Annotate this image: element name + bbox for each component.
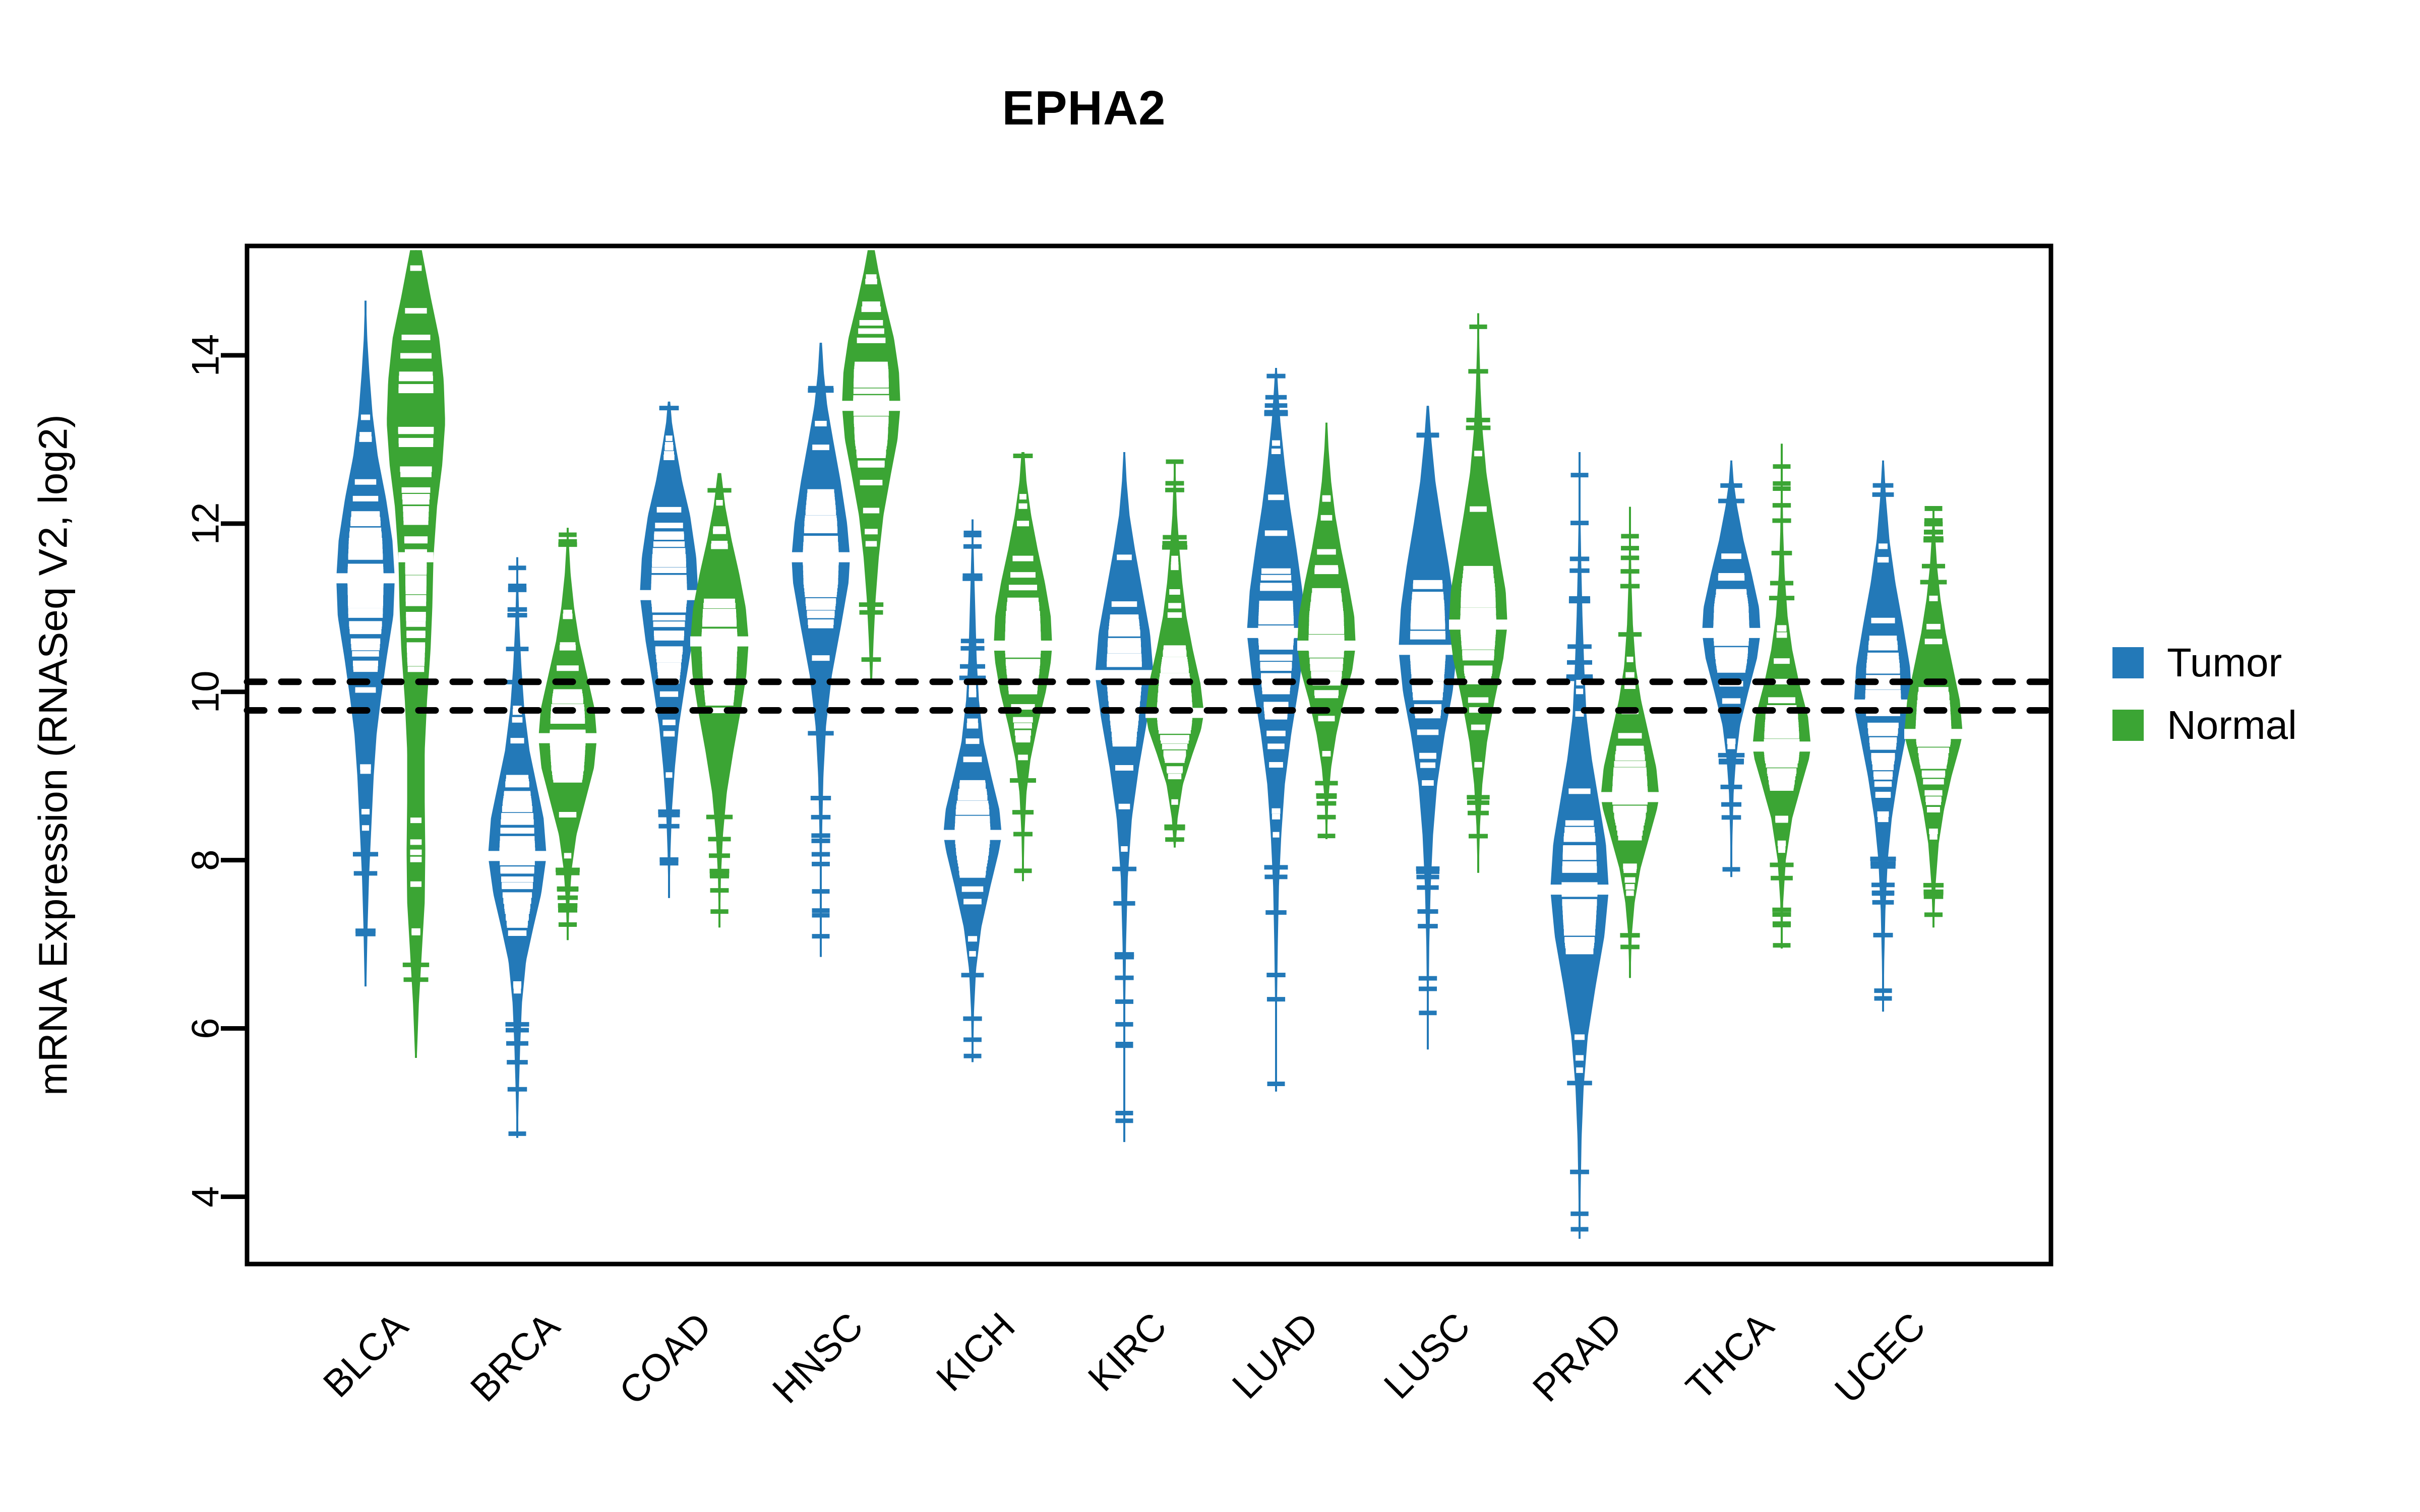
- violin-normal-luad: [1297, 422, 1356, 839]
- y-axis-tick-label: 10: [185, 671, 227, 714]
- chart-legend: Tumor Normal: [2112, 640, 2297, 748]
- beanplot-canvas: mRNA Expression (RNASeq V2, log2) 4 6 8 10 1…: [31, 243, 2054, 1413]
- violin-normal-coad: [690, 473, 749, 928]
- violin-normal-prad: [1601, 507, 1659, 978]
- violin-normal-hnsc: [842, 250, 900, 684]
- y-axis-title-group: mRNA Expression (RNASeq V2, log2): [31, 414, 76, 1096]
- legend-label-normal: Normal: [2167, 703, 2297, 747]
- violin-tumor-brca: [488, 557, 547, 1138]
- violin-tumor-lusc: [1399, 406, 1457, 1050]
- x-axis-label-ucec: UCEC: [1827, 1304, 1933, 1411]
- y-axis-tick-label: 8: [185, 850, 227, 871]
- violin-tumor-hnsc: [792, 342, 850, 957]
- violin-normal-kirc: [1145, 459, 1204, 848]
- violin-tumor-thca: [1702, 460, 1761, 877]
- legend-item-tumor: Tumor: [2112, 640, 2297, 685]
- legend-item-normal: Normal: [2112, 703, 2297, 748]
- x-axis-label-prad: PRAD: [1525, 1304, 1630, 1410]
- x-axis-label-thca: THCA: [1678, 1304, 1782, 1409]
- chart-page: EPHA2 mRNA Expression (RNASeq V2, log2) …: [0, 0, 2420, 1512]
- y-axis-tick-label: 14: [185, 334, 227, 377]
- legend-swatch-tumor: [2112, 647, 2144, 678]
- violin-normal-ucec: [1904, 506, 1963, 928]
- x-axis-label-brca: BRCA: [462, 1304, 568, 1410]
- violin-tumor-luad: [1247, 368, 1305, 1092]
- y-axis-tick-label: 6: [185, 1018, 227, 1039]
- violin-normal-brca: [538, 528, 597, 940]
- violin-normal-kich: [994, 452, 1052, 881]
- violin-tumor-kirc: [1095, 452, 1154, 1142]
- violin-tumor-blca: [336, 300, 395, 987]
- violin-normal-thca: [1752, 444, 1811, 949]
- violin-groups: [336, 250, 1963, 1239]
- violin-tumor-coad: [640, 401, 698, 898]
- x-axis-label-blca: BLCA: [315, 1304, 416, 1406]
- y-axis-tick-label: 4: [185, 1186, 227, 1207]
- x-axis-label-kich: KICH: [928, 1304, 1023, 1399]
- violin-tumor-kich: [943, 519, 1002, 1062]
- x-axis-label-coad: COAD: [611, 1304, 719, 1413]
- violin-normal-blca: [387, 250, 445, 1058]
- violin-tumor-ucec: [1854, 460, 1912, 1012]
- x-axis-label-luad: LUAD: [1224, 1304, 1326, 1407]
- legend-label-tumor: Tumor: [2167, 640, 2282, 685]
- y-axis-ticks-group: 4 6 8 10 12 14: [185, 334, 247, 1208]
- x-axis-label-kirc: KIRC: [1080, 1304, 1175, 1399]
- violin-normal-lusc: [1449, 313, 1507, 873]
- x-axis-label-hnsc: HNSC: [764, 1304, 871, 1411]
- y-axis-title: mRNA Expression (RNASeq V2, log2): [31, 414, 76, 1096]
- x-axis-category-labels: BLCA BRCA COAD HNSC KICH KIRC LUAD LUSC PRAD THCA…: [315, 1304, 1933, 1413]
- violin-tumor-prad: [1550, 452, 1609, 1239]
- y-axis-tick-label: 12: [185, 502, 227, 545]
- legend-swatch-normal: [2112, 710, 2144, 741]
- x-axis-label-lusc: LUSC: [1376, 1304, 1478, 1407]
